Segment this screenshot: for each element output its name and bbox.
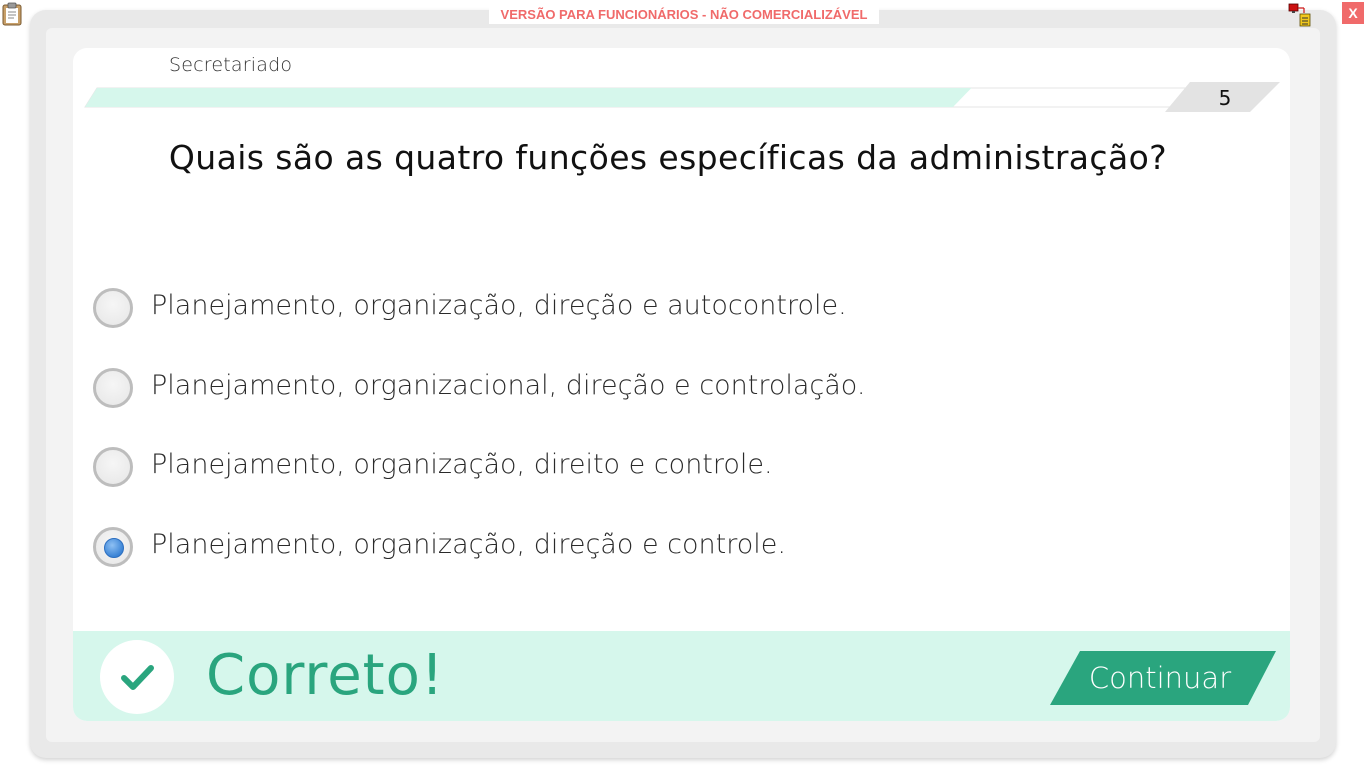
app-window: VERSÃO PARA FUNCIONÁRIOS - NÃO COMERCIAL…: [0, 0, 1366, 768]
checkmark-icon: [121, 665, 154, 690]
feedback-message: Correto!: [206, 643, 445, 708]
progress-fill: [85, 88, 972, 107]
answer-label: Planejamento, organizacional, direção e …: [151, 370, 866, 401]
radio-selected-dot: [104, 538, 124, 558]
answer-label: Planejamento, organização, direção e aut…: [151, 290, 847, 321]
close-button[interactable]: X: [1342, 2, 1364, 24]
radio-button[interactable]: [93, 288, 133, 328]
radio-button[interactable]: [93, 368, 133, 408]
success-badge: [100, 640, 174, 714]
network-status-icon[interactable]: [1288, 3, 1312, 27]
radio-button[interactable]: [93, 447, 133, 487]
question-count: 5: [1218, 86, 1232, 110]
answer-option-1[interactable]: Planejamento, organização, direção e aut…: [93, 288, 1243, 336]
answer-option-2[interactable]: Planejamento, organizacional, direção e …: [93, 368, 1243, 416]
question-text: Quais são as quatro funções específicas …: [168, 138, 1168, 177]
feedback-bar: Correto! Continuar: [73, 631, 1290, 721]
continue-button[interactable]: Continuar: [1050, 651, 1276, 705]
version-banner: VERSÃO PARA FUNCIONÁRIOS - NÃO COMERCIAL…: [489, 6, 879, 24]
clipboard-icon[interactable]: [2, 2, 22, 26]
answer-option-4[interactable]: Planejamento, organização, direção e con…: [93, 527, 1243, 575]
progress-bar: [84, 82, 1280, 112]
answer-label: Planejamento, organização, direito e con…: [151, 449, 773, 480]
answer-option-3[interactable]: Planejamento, organização, direito e con…: [93, 447, 1243, 495]
answer-label: Planejamento, organização, direção e con…: [151, 529, 786, 560]
quiz-card: Secretariado 5 Quais são as quatro funçõ…: [73, 48, 1290, 721]
continue-label: Continuar: [1088, 661, 1232, 695]
radio-button-selected[interactable]: [93, 527, 133, 567]
subject-title: Secretariado: [169, 54, 293, 76]
